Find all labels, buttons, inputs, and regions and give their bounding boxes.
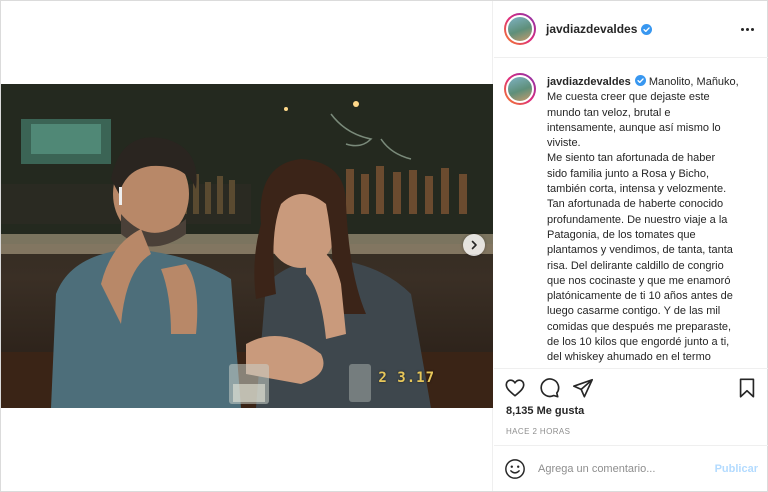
caption-line: Patagonia, de los tomates que xyxy=(547,228,696,241)
caption-line: Tan afortunada de haberte conocido xyxy=(547,198,724,211)
publish-button[interactable]: Publicar xyxy=(715,463,758,475)
caption: javdiazdevaldes Manolito, Mañuko, Me cue… xyxy=(504,73,754,366)
chevron-right-icon xyxy=(471,240,477,250)
caption-line: viviste. xyxy=(547,137,581,150)
caption-line: también corta, intensa y velozmente. xyxy=(547,183,727,196)
comment-icon[interactable] xyxy=(538,377,560,399)
post-photo[interactable]: 2 3.17 xyxy=(1,84,493,408)
caption-line: plantamos y vendimos, de tanta, tanta xyxy=(547,244,733,257)
post-timestamp[interactable]: HACE 2 HORAS xyxy=(506,427,570,436)
verified-badge-icon xyxy=(641,23,653,35)
post-sidebar: javdiazdevaldes javdiazdevaldes Manolito… xyxy=(494,1,768,491)
caption-line: Me siento tan afortunada de haber xyxy=(547,152,716,165)
instagram-post: 2 3.17 javdiazdevaldes javdiazdevaldes M… xyxy=(0,0,768,492)
caption-line: risa. Del delirante caldillo de congrio xyxy=(547,259,724,272)
caption-line: mundo tan veloz, brutal e xyxy=(547,106,671,119)
heart-icon[interactable] xyxy=(504,377,526,399)
share-icon[interactable] xyxy=(572,377,594,399)
caption-line: comidas que después me preparaste, xyxy=(547,320,732,333)
header-username[interactable]: javdiazdevaldes xyxy=(546,22,637,36)
action-bar xyxy=(494,368,768,406)
caption-username[interactable]: javdiazdevaldes xyxy=(547,76,631,88)
post-media: 2 3.17 xyxy=(1,1,493,491)
likes-count[interactable]: 8,135 Me gusta xyxy=(506,405,584,417)
next-photo-button[interactable] xyxy=(463,234,485,256)
photo-date-stamp: 2 3.17 xyxy=(378,370,435,386)
comment-bar: Publicar xyxy=(494,445,768,491)
caption-line: profundamente. De nuestro viaje a la xyxy=(547,213,728,226)
caption-line: que nos cocinaste y que me enamoró xyxy=(547,274,731,287)
caption-line: Manolito, Mañuko, xyxy=(648,76,739,88)
bookmark-icon[interactable] xyxy=(736,377,758,399)
caption-line: Me cuesta creer que dejaste este xyxy=(547,91,710,104)
more-options-icon[interactable] xyxy=(741,27,754,31)
photo-illustration xyxy=(1,84,493,408)
verified-badge-icon xyxy=(634,75,646,86)
caption-avatar[interactable] xyxy=(504,73,536,105)
emoji-icon[interactable] xyxy=(504,458,526,480)
comment-input[interactable] xyxy=(538,462,715,475)
caption-line: luego casarme contigo. Y de las mil xyxy=(547,305,721,318)
caption-line: del whiskey ahumado en el termo xyxy=(547,351,711,364)
caption-text: javdiazdevaldes Manolito, Mañuko, Me cue… xyxy=(547,75,754,366)
caption-area: javdiazdevaldes Manolito, Mañuko, Me cue… xyxy=(494,59,768,368)
caption-line: sido familia junto a Rosa y Bicho, xyxy=(547,167,710,180)
caption-line: platónicamente de ti 10 años antes de xyxy=(547,290,733,303)
post-header: javdiazdevaldes xyxy=(494,1,768,58)
caption-line: de los 10 kilos que engordé junto a ti, xyxy=(547,336,730,349)
caption-line: intensamente, aunque así mismo lo xyxy=(547,121,721,134)
avatar[interactable] xyxy=(504,13,536,45)
